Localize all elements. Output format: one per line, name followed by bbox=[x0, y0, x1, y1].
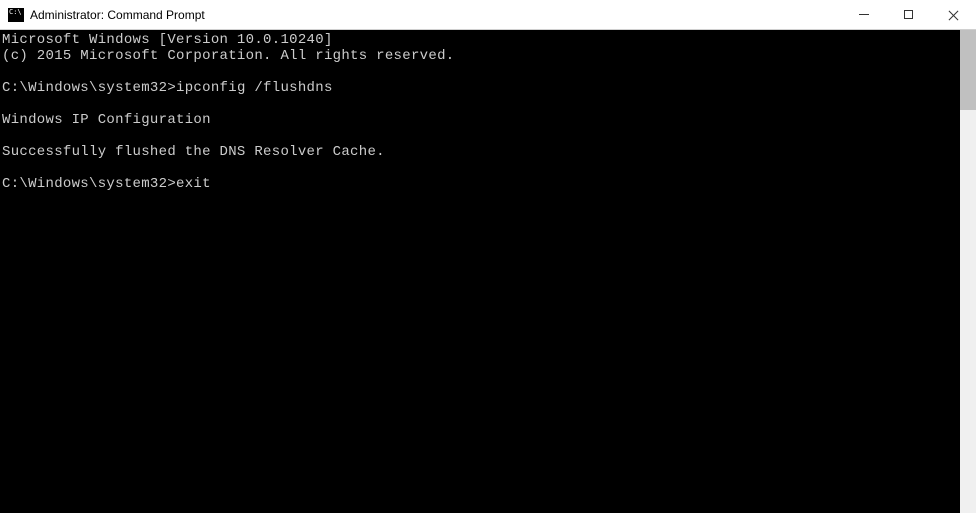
titlebar[interactable]: Administrator: Command Prompt bbox=[0, 0, 976, 30]
prompt-path: C:\Windows\system32> bbox=[2, 176, 176, 192]
close-icon bbox=[949, 10, 959, 20]
maximize-button[interactable] bbox=[886, 0, 931, 29]
prompt-command: exit bbox=[176, 176, 211, 192]
cmd-icon bbox=[8, 8, 24, 22]
vertical-scrollbar[interactable] bbox=[960, 30, 976, 513]
console-output[interactable]: Microsoft Windows [Version 10.0.10240] (… bbox=[0, 30, 960, 513]
output-line: (c) 2015 Microsoft Corporation. All righ… bbox=[2, 48, 454, 64]
window-controls bbox=[841, 0, 976, 29]
close-button[interactable] bbox=[931, 0, 976, 29]
minimize-icon bbox=[859, 14, 869, 15]
prompt-path: C:\Windows\system32> bbox=[2, 80, 176, 96]
output-line: Microsoft Windows [Version 10.0.10240] bbox=[2, 32, 333, 48]
minimize-button[interactable] bbox=[841, 0, 886, 29]
scrollbar-thumb[interactable] bbox=[960, 30, 976, 110]
maximize-icon bbox=[904, 10, 913, 19]
prompt-command: ipconfig /flushdns bbox=[176, 80, 333, 96]
output-line: Successfully flushed the DNS Resolver Ca… bbox=[2, 144, 385, 160]
console-area: Microsoft Windows [Version 10.0.10240] (… bbox=[0, 30, 976, 513]
window-title: Administrator: Command Prompt bbox=[30, 8, 841, 22]
cmd-window: Administrator: Command Prompt Microsoft … bbox=[0, 0, 976, 513]
output-line: Windows IP Configuration bbox=[2, 112, 211, 128]
